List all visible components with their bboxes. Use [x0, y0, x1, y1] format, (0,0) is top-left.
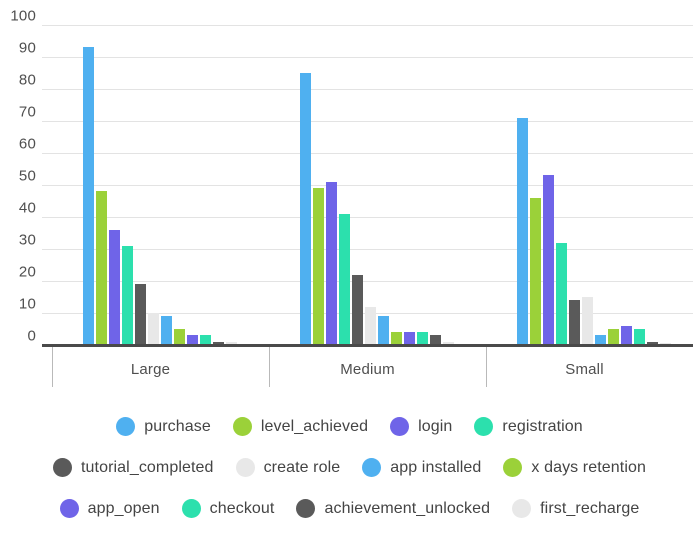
y-tick-label: 0 [27, 327, 36, 345]
bar[interactable] [569, 300, 580, 345]
bar[interactable] [634, 329, 645, 345]
bar[interactable] [582, 297, 593, 345]
bar[interactable] [135, 284, 146, 345]
legend-label: checkout [209, 499, 275, 517]
legend-item[interactable]: app installed [362, 458, 481, 477]
legend-item[interactable]: registration [474, 417, 583, 436]
legend-dot-icon [59, 499, 79, 518]
x-axis-categories: Large Medium Small [42, 347, 693, 389]
legend-item[interactable]: x days retention [503, 458, 646, 477]
bar[interactable] [174, 329, 185, 345]
plot-area: 100 90 80 70 60 50 40 30 20 10 0 Large Medium Small [0, 0, 699, 392]
bar-group [476, 0, 693, 345]
legend-dot-icon [296, 499, 316, 518]
y-tick-label: 10 [18, 295, 36, 313]
category-label: Medium [340, 361, 395, 378]
legend-label: registration [502, 417, 583, 435]
legend-label: first_recharge [540, 499, 640, 517]
y-tick-label: 30 [18, 231, 36, 249]
y-tick-label: 40 [18, 199, 36, 217]
legend-item[interactable]: checkout [181, 499, 275, 518]
bar-group [42, 0, 259, 345]
legend-label: level_achieved [260, 417, 369, 435]
legend-dot-icon [503, 458, 523, 477]
bar[interactable] [148, 313, 159, 345]
legend-row: purchase level_achieved login registration [0, 406, 699, 447]
legend-label: achievement_unlocked [324, 499, 491, 517]
category-label: Small [565, 361, 604, 378]
y-tick-label: 100 [10, 7, 36, 25]
legend-item[interactable]: tutorial_completed [53, 458, 214, 477]
y-tick-label: 90 [18, 39, 36, 57]
y-tick-label: 80 [18, 71, 36, 89]
legend-label: login [418, 417, 453, 435]
legend-dot-icon [235, 458, 255, 477]
legend-label: x days retention [531, 458, 646, 476]
bar[interactable] [530, 197, 541, 345]
bar-group [259, 0, 476, 345]
legend: purchase level_achieved login registration t… [0, 406, 699, 529]
y-tick-label: 50 [18, 167, 36, 185]
y-axis: 100 90 80 70 60 50 40 30 20 10 0 [0, 0, 42, 352]
y-tick-label: 20 [18, 263, 36, 281]
legend-dot-icon [53, 458, 73, 477]
legend-row: app_open checkout achievement_unlocked firs… [0, 488, 699, 529]
legend-dot-icon [474, 417, 494, 436]
legend-label: purchase [144, 417, 211, 435]
legend-dot-icon [390, 417, 410, 436]
legend-item[interactable]: app_open [59, 499, 160, 518]
legend-item[interactable]: purchase [116, 417, 211, 436]
bar[interactable] [313, 188, 324, 345]
legend-item[interactable]: login [390, 417, 452, 436]
bar[interactable] [326, 181, 337, 345]
legend-item[interactable]: achievement_unlocked [296, 499, 490, 518]
bar[interactable] [365, 306, 376, 345]
bar[interactable] [109, 229, 120, 345]
bar[interactable] [96, 191, 107, 345]
legend-label: app installed [390, 458, 482, 476]
legend-dot-icon [512, 499, 532, 518]
bar[interactable] [161, 316, 172, 345]
bar[interactable] [556, 242, 567, 345]
bar[interactable] [517, 117, 528, 345]
legend-dot-icon [181, 499, 201, 518]
legend-dot-icon [362, 458, 382, 477]
bar[interactable] [378, 316, 389, 345]
bar[interactable] [352, 274, 363, 345]
category-label: Large [130, 361, 171, 378]
legend-item[interactable]: create role [235, 458, 341, 477]
legend-row: tutorial_completed create role app install… [0, 447, 699, 488]
legend-item[interactable]: first_recharge [512, 499, 639, 518]
legend-label: tutorial_completed [81, 458, 214, 476]
bar[interactable] [122, 245, 133, 345]
legend-dot-icon [116, 417, 136, 436]
bar[interactable] [608, 329, 619, 345]
bar[interactable] [83, 47, 94, 345]
bar[interactable] [543, 175, 554, 345]
bar-chart: 100 90 80 70 60 50 40 30 20 10 0 Large Medium Small … [0, 0, 699, 548]
legend-label: app_open [87, 499, 160, 517]
bar[interactable] [300, 73, 311, 345]
bar[interactable] [339, 213, 350, 345]
legend-item[interactable]: level_achieved [232, 417, 369, 436]
bar[interactable] [621, 325, 632, 345]
y-tick-label: 70 [18, 103, 36, 121]
legend-label: create role [263, 458, 341, 476]
bars-container [42, 0, 693, 345]
y-tick-label: 60 [18, 135, 36, 153]
legend-dot-icon [232, 417, 252, 436]
